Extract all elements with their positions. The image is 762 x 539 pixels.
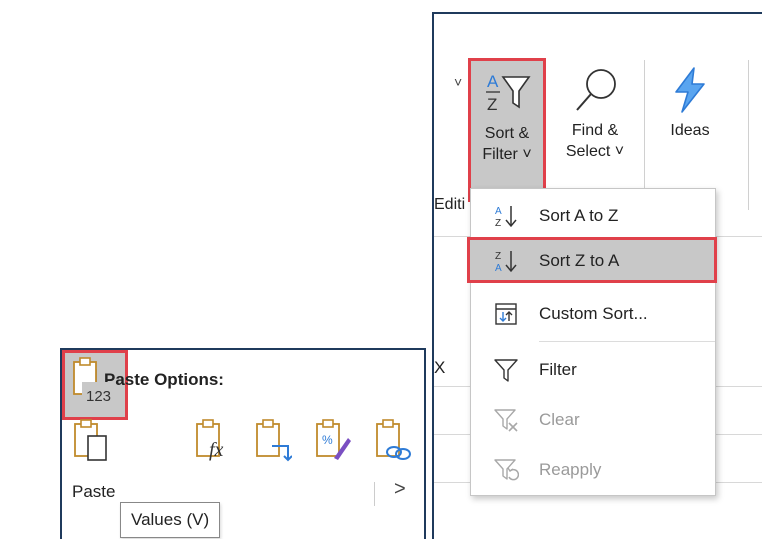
menu-item-custom-sort[interactable]: Custom Sort... [471,291,715,337]
svg-text:Z: Z [487,95,497,114]
values-tooltip: Values (V) [120,502,221,538]
menu-item-label: Filter [539,360,577,379]
menu-item-sort-z-to-a[interactable]: Z A Sort Z to A [467,237,717,283]
menu-item-label: Sort A to Z [539,206,619,225]
paste-options-title: Paste Options: [104,370,224,389]
paste-transpose-icon[interactable] [254,416,292,464]
ideas-label: Ideas [670,122,710,139]
ribbon-expand-icon[interactable]: ˅ [454,74,462,90]
menu-item-label: Sort Z to A [539,251,620,270]
sort-filter-line2: Filter ˅ [482,146,532,163]
menu-separator [539,341,715,342]
sort-filter-button[interactable]: A Z Sort & Filter ˅ [468,58,546,202]
svg-text:A: A [495,263,502,274]
paste-options-panel: Paste Options: 123 fx % Paste > [60,348,426,539]
svg-text:A: A [495,206,502,217]
filter-icon [494,359,518,382]
menu-item-reapply[interactable]: Reapply [471,447,715,493]
svg-text:Z: Z [495,251,501,262]
find-select-button[interactable]: Find & Select ˅ [560,58,630,202]
svg-text:%: % [322,433,333,447]
paste-link-icon[interactable] [374,416,412,464]
custom-sort-icon [495,303,517,325]
menu-item-label: Clear [539,410,580,429]
menu-item-label: Reapply [539,460,602,479]
sort-ascending-icon: A Z [495,206,517,229]
values-badge: 123 [86,388,112,405]
menu-item-filter[interactable]: Filter [471,347,715,393]
paste-row-separator [374,482,375,506]
find-select-line2: Select ˅ [565,143,625,160]
svg-text:fx: fx [209,439,224,461]
magnifier-icon [576,69,616,111]
sort-descending-icon: Z A [495,251,517,274]
paste-icon[interactable] [72,416,110,464]
paste-formulas-icon[interactable]: fx [194,416,232,464]
sort-filter-icon: A Z [486,72,531,114]
clear-filter-icon [494,409,518,432]
column-header[interactable]: X [434,358,445,378]
svg-text:A: A [487,72,499,91]
ribbon-separator [748,60,749,210]
paste-row-label: Paste [72,482,116,501]
find-select-line1: Find & [571,122,619,139]
menu-item-sort-a-to-z[interactable]: A Z Sort A to Z [471,193,715,239]
menu-item-label: Custom Sort... [539,304,648,323]
reapply-icon [494,459,519,481]
svg-text:Z: Z [495,218,501,229]
sort-filter-menu: A Z Sort A to Z Z A Sort Z to A Custom S… [467,188,717,496]
lightning-icon [675,67,705,113]
ideas-button[interactable]: Ideas [660,58,720,202]
paste-formatting-icon[interactable]: % [314,416,352,464]
menu-item-clear[interactable]: Clear [471,397,715,443]
paste-expand-arrow-icon[interactable]: > [394,478,406,501]
sort-filter-line1: Sort & [484,125,530,142]
editing-group-label: Editi [434,196,466,213]
